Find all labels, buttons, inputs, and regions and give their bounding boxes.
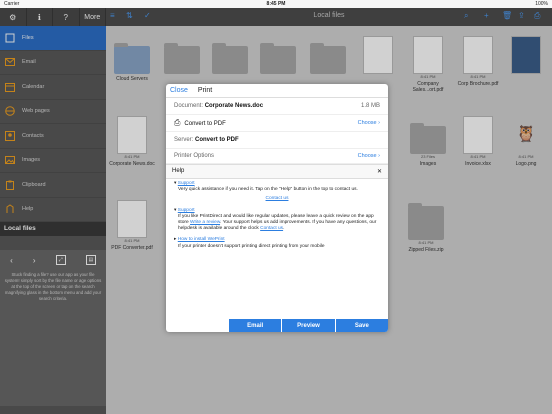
contact-us-link[interactable]: Contact us — [260, 226, 283, 231]
save-button[interactable]: Save — [334, 319, 388, 332]
help-header: Help ✕ — [166, 164, 388, 179]
install-text: If your printer doesn't support printing… — [178, 243, 325, 249]
printer-choose-button[interactable]: Choose › — [358, 120, 380, 126]
document-size: 1.8 MB — [360, 103, 380, 109]
write-review-link[interactable]: Write a review — [190, 220, 220, 225]
printer-options-row[interactable]: Printer Options Choose › — [166, 149, 388, 164]
close-icon[interactable]: ✕ — [377, 168, 382, 175]
expand-arrow-icon: ▸ — [174, 237, 177, 243]
document-row: Document: Corporate News.doc 1.8 MB — [166, 98, 388, 115]
printer-value: Convert to PDF — [184, 121, 226, 127]
support-text: Very quick assistance if you need it. Ta… — [178, 187, 358, 193]
review-text: If you like PrintDirect and would like r… — [178, 213, 377, 232]
email-button[interactable]: Email — [228, 319, 282, 332]
expand-arrow-icon: ▾ — [174, 207, 177, 213]
document-value: Corporate News.doc — [204, 103, 264, 109]
help-title: Help — [172, 168, 185, 174]
server-row: Server: Convert to PDF — [166, 132, 388, 149]
options-choose-button[interactable]: Choose › — [358, 153, 380, 159]
server-value: Convert to PDF — [195, 137, 239, 143]
printer-icon: ⎙ — [174, 118, 181, 127]
help-content: ▾ Support Very quick assistance if you n… — [166, 179, 388, 252]
support-link[interactable]: Support — [178, 208, 195, 213]
clock: 8:45 PM — [266, 1, 286, 7]
dialog-header: Close Print — [166, 84, 388, 98]
printer-row[interactable]: ⎙ Convert to PDF Choose › — [166, 115, 388, 132]
printer-options-label: Printer Options — [174, 153, 215, 159]
support-link[interactable]: Support — [178, 181, 195, 186]
preview-button[interactable]: Preview — [281, 319, 335, 332]
install-link[interactable]: How to install WePrint — [178, 237, 225, 242]
print-dialog: Close Print Document: Corporate News.doc… — [166, 84, 388, 332]
document-label: Document: — [174, 103, 204, 109]
server-label: Server: — [174, 137, 194, 143]
battery-level: 100% — [535, 1, 548, 7]
expand-arrow-icon: ▾ — [174, 181, 177, 186]
contact-us-link[interactable]: Contact us — [266, 196, 289, 201]
dialog-title: Print — [197, 87, 213, 94]
status-bar: Carrier 8:45 PM 100% — [0, 0, 552, 8]
dialog-actions: Email Preview Save — [228, 319, 388, 332]
close-button[interactable]: Close — [170, 87, 188, 94]
